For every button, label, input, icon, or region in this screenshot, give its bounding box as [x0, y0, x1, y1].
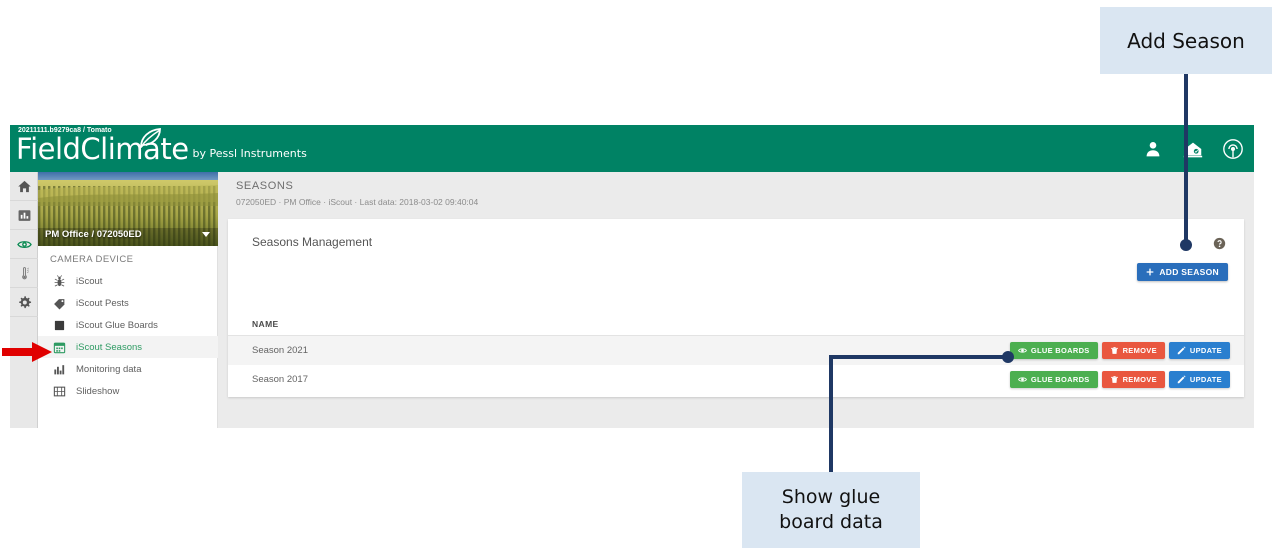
update-button[interactable]: UPDATE	[1168, 342, 1230, 359]
chevron-down-icon[interactable]	[202, 232, 210, 237]
red-arrow-pointer	[2, 342, 52, 362]
remove-button[interactable]: REMOVE	[1101, 342, 1165, 359]
brand-subtitle: by Pessl Instruments	[192, 147, 307, 160]
column-header-name: NAME	[252, 319, 279, 329]
sidebar-item-monitoring-data[interactable]: Monitoring data	[38, 358, 218, 380]
callout-line-2: board data	[779, 511, 883, 533]
brand-logo[interactable]: FieldClimate by Pessl Instruments	[16, 128, 307, 164]
rail-spacer	[10, 317, 37, 417]
device-selector[interactable]: PM Office / 072050ED	[38, 172, 218, 246]
button-label: REMOVE	[1122, 346, 1157, 355]
sidebar-item-label: Slideshow	[76, 385, 120, 397]
button-label: UPDATE	[1189, 346, 1222, 355]
button-label: GLUE BOARDS	[1030, 375, 1090, 384]
sidebar-item-iscout[interactable]: iScout	[38, 270, 218, 292]
tag-icon	[52, 296, 67, 311]
weather-icon	[21, 266, 29, 279]
insect-icon	[52, 274, 67, 289]
rail-item-home[interactable]	[10, 172, 38, 201]
rail-item-settings[interactable]	[10, 288, 38, 317]
rail-item-weather[interactable]	[10, 259, 38, 288]
season-name: Season 2021	[252, 345, 308, 356]
sidebar-section-heading: CAMERA DEVICE	[50, 254, 134, 265]
button-label: REMOVE	[1122, 375, 1157, 384]
table-row[interactable]: Season 2021 GLUE BOARDS REMOVE UPDATE	[228, 336, 1244, 365]
glue-boards-button[interactable]: GLUE BOARDS	[1009, 371, 1098, 388]
page-title: SEASONS	[236, 180, 294, 192]
sidebar-item-slideshow[interactable]: Slideshow	[38, 380, 218, 402]
user-icon[interactable]	[1142, 138, 1164, 160]
row-actions: GLUE BOARDS REMOVE UPDATE	[1009, 371, 1230, 388]
card-title: Seasons Management	[252, 235, 373, 249]
add-season-label: ADD SEASON	[1159, 267, 1219, 277]
sidebar-item-label: Monitoring data	[76, 363, 142, 375]
sidebar-item-iscout-pests[interactable]: iScout Pests	[38, 292, 218, 314]
help-icon[interactable]	[1213, 237, 1226, 250]
callout-show-glue-board-data: Show glue board data	[742, 472, 920, 548]
trash-icon	[1110, 376, 1118, 383]
calendar-icon	[52, 340, 67, 355]
application-window: 20211111.b9279ca8 / Tomato FieldClimate …	[10, 125, 1254, 428]
leaf-icon	[140, 128, 161, 148]
sidebar-item-label: iScout Pests	[76, 297, 129, 309]
chart-icon	[18, 209, 30, 221]
sidebar-item-label: iScout	[76, 275, 103, 287]
season-name: Season 2017	[252, 374, 308, 385]
plus-icon	[1146, 268, 1154, 276]
add-season-button[interactable]: ADD SEASON	[1137, 263, 1228, 281]
square-icon	[52, 318, 67, 333]
filmstrip-icon	[52, 384, 67, 399]
bar-chart-icon	[52, 362, 67, 377]
sidebar-item-iscout-glue-boards[interactable]: iScout Glue Boards	[38, 314, 218, 336]
table-header: NAME	[228, 314, 1244, 336]
station-icon[interactable]	[1182, 138, 1204, 160]
update-button[interactable]: UPDATE	[1168, 371, 1230, 388]
button-label: GLUE BOARDS	[1030, 346, 1090, 355]
rail-item-scouting[interactable]	[10, 230, 38, 259]
eye-icon	[1017, 348, 1027, 353]
callout-line-1: Show glue	[781, 486, 881, 508]
pencil-icon	[1177, 375, 1186, 384]
button-label: UPDATE	[1189, 375, 1222, 384]
sidebar-item-label: iScout Seasons	[76, 341, 143, 353]
eye-icon	[16, 240, 32, 248]
sidebar-item-iscout-seasons[interactable]: iScout Seasons	[38, 336, 218, 358]
trash-icon	[1110, 347, 1118, 354]
remove-button[interactable]: REMOVE	[1101, 371, 1165, 388]
eye-icon	[1017, 377, 1027, 382]
device-label: PM Office / 072050ED	[45, 229, 142, 240]
glue-boards-button[interactable]: GLUE BOARDS	[1009, 342, 1098, 359]
app-header: 20211111.b9279ca8 / Tomato FieldClimate …	[10, 125, 1254, 172]
home-icon	[17, 180, 31, 192]
sidebar: PM Office / 072050ED CAMERA DEVICE iScou…	[38, 172, 218, 428]
seasons-management-card: Seasons Management ADD SEASON NAME Seaso…	[228, 219, 1244, 397]
pencil-icon	[1177, 346, 1186, 355]
signal-icon[interactable]	[1222, 138, 1244, 160]
header-icon-group	[1142, 125, 1244, 172]
rail-item-charts[interactable]	[10, 201, 38, 230]
row-actions: GLUE BOARDS REMOVE UPDATE	[1009, 342, 1230, 359]
breadcrumb: 072050ED · PM Office · iScout · Last dat…	[236, 197, 479, 207]
callout-add-season: Add Season	[1100, 7, 1272, 74]
gear-icon	[18, 295, 31, 308]
table-row[interactable]: Season 2017 GLUE BOARDS REMOVE UPDATE	[228, 365, 1244, 394]
page-header: SEASONS 072050ED · PM Office · iScout · …	[218, 172, 1254, 219]
main-content: SEASONS 072050ED · PM Office · iScout · …	[218, 172, 1254, 428]
icon-rail	[10, 172, 38, 428]
sidebar-item-label: iScout Glue Boards	[76, 319, 158, 331]
sidebar-nav-list: iScout iScout Pests iScout Glue Boards i…	[38, 270, 218, 402]
